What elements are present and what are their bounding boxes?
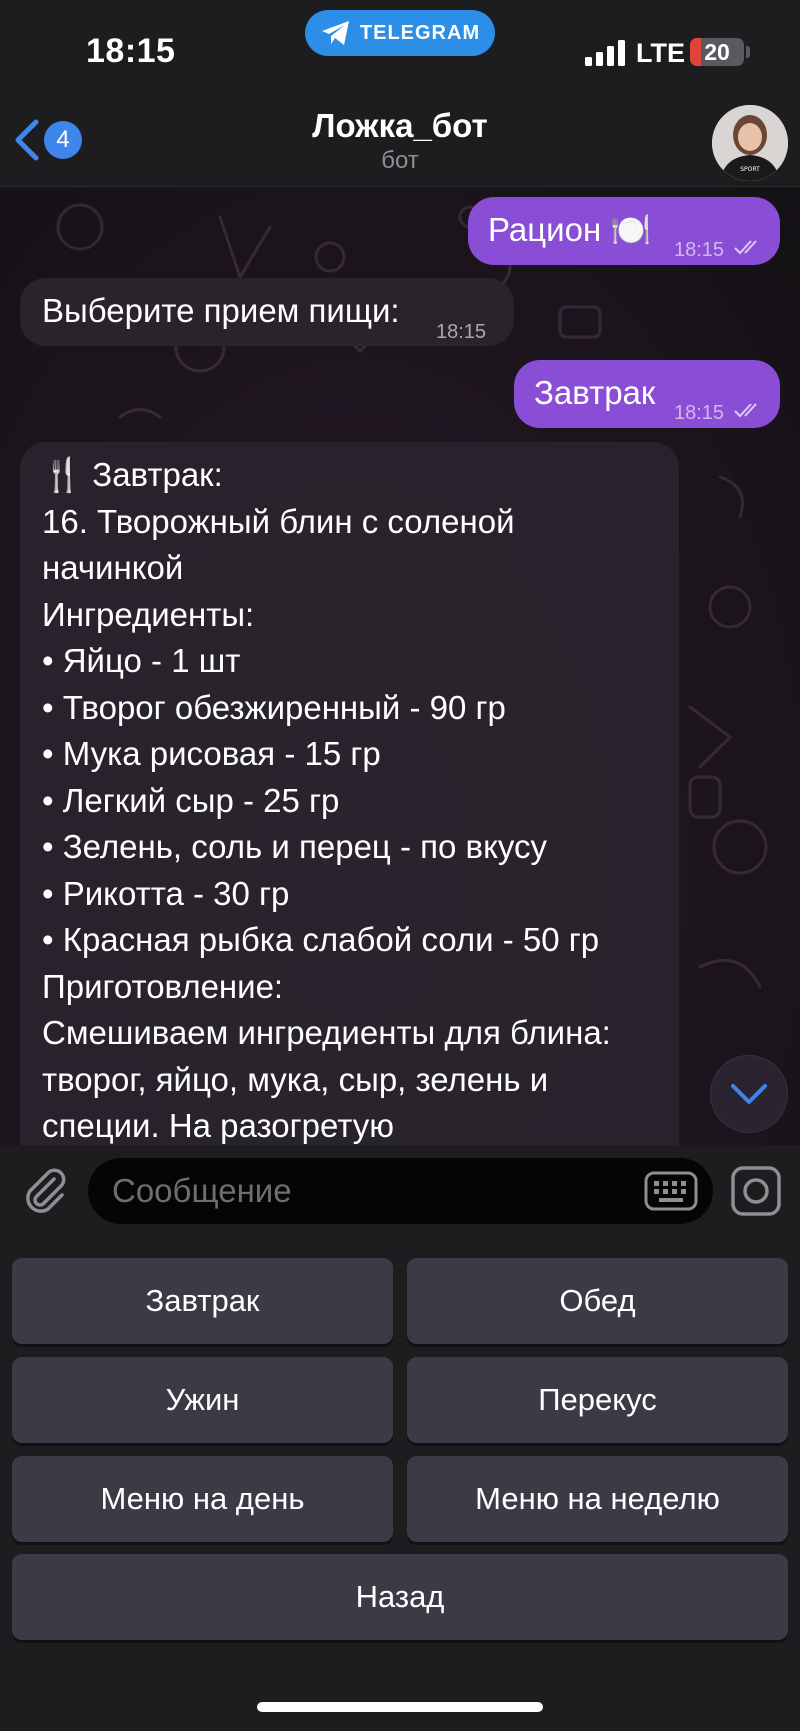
recipe-line: • Рикотта - 30 гр [42,874,290,912]
message-time: 18:15 [436,321,487,343]
svg-text:SPORT: SPORT [740,166,760,173]
message-time: 18:15 [674,239,725,261]
recipe-line: • Мука рисовая - 15 гр [42,735,381,772]
recipe-line: • Легкий сыр - 25 гр [42,781,340,819]
input-bar [0,1145,800,1238]
chat-title[interactable]: Ложка_бот [0,107,800,145]
recipe-line: Ингредиенты: [42,595,255,633]
message-text: Рацион 🍽️ [488,211,652,248]
telegram-pill[interactable]: TELEGRAM [305,10,495,56]
message-text: Завтрак [534,374,656,411]
message-time: 18:15 [674,402,725,424]
keyboard-button-dinner[interactable]: Ужин [12,1357,393,1443]
double-check-icon [734,403,757,418]
chevron-down-icon [731,1084,767,1104]
message-bubble-outgoing[interactable]: Рацион 🍽️ 18:15 [468,197,780,265]
double-check-icon [734,240,757,255]
message-bubble-incoming[interactable]: Выберите прием пищи: 18:15 [20,278,514,346]
recipe-line: • Зелень, соль и перец - по вкусу [42,828,548,865]
recipe-message[interactable]: 🍴 Завтрак: 16. Творожный блин с соленой … [20,442,679,1145]
avatar-photo-icon: SPORT [712,105,788,181]
recipe-line: творог, яйцо, мука, сыр, зелень и [42,1060,549,1098]
message-bubble-outgoing[interactable]: Завтрак 18:15 [514,360,780,428]
battery-level: 20 [704,39,730,65]
message-text: Выберите прием пищи: [42,292,400,329]
keyboard-button-back[interactable]: Назад [12,1554,788,1640]
message-field[interactable] [88,1158,713,1224]
recipe-line: 🍴 Завтрак: [42,456,223,493]
keyboard-button-breakfast[interactable]: Завтрак [12,1258,393,1344]
battery-icon: 20 [690,38,744,66]
recipe-line: начинкой [42,549,184,586]
recipe-line: специи. На разогретую [42,1107,395,1144]
keyboard-button-week-menu[interactable]: Меню на неделю [407,1456,788,1542]
paperclip-icon[interactable] [20,1165,70,1215]
bot-reply-keyboard: Завтрак Обед Ужин Перекус Меню на день М… [0,1238,800,1731]
home-indicator[interactable] [257,1702,543,1712]
recipe-line: 16. Творожный блин с соленой [42,502,515,540]
battery-tip [746,46,750,58]
recipe-line: • Творог обезжиренный - 90 гр [42,688,506,726]
recipe-line: • Яйцо - 1 шт [42,642,241,679]
cellular-signal-icon [585,40,625,66]
status-bar: 18:15 TELEGRAM LTE 20 [0,0,800,95]
chat-area[interactable]: Рацион 🍽️ 18:15 Выберите прием пищи: 18:… [0,187,800,1145]
status-time: 18:15 [86,32,176,70]
telegram-pill-label: TELEGRAM [359,21,481,44]
chat-subtitle: бот [381,147,419,174]
recipe-line: • Красная рыбка слабой соли - 50 гр [42,921,600,958]
chat-header: 4 Ложка_бот бот SPORT [0,95,800,187]
camera-icon[interactable] [730,1165,782,1217]
network-type: LTE [636,38,685,68]
recipe-line: Приготовление: [42,967,284,1005]
keyboard-icon[interactable] [644,1171,698,1211]
keyboard-button-lunch[interactable]: Обед [407,1258,788,1344]
keyboard-button-day-menu[interactable]: Меню на день [12,1456,393,1542]
keyboard-button-snack[interactable]: Перекус [407,1357,788,1443]
telegram-icon [321,21,349,45]
avatar[interactable]: SPORT [712,105,788,181]
message-input[interactable] [112,1158,632,1224]
recipe-line: Смешиваем ингредиенты для блина: [42,1014,611,1051]
scroll-down-button[interactable] [710,1055,788,1133]
